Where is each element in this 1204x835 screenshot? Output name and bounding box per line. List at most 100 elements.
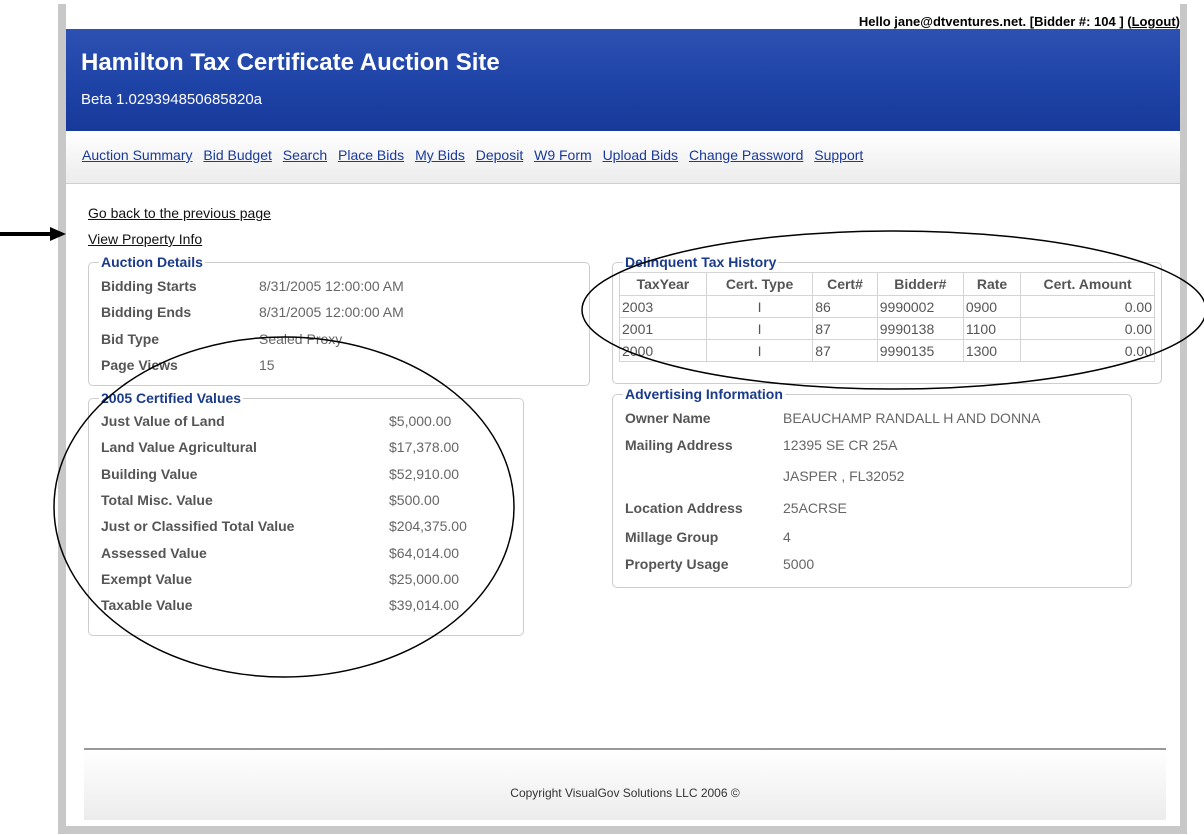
detail-label: Page Views (101, 357, 178, 374)
advertising-value: BEAUCHAMP RANDALL H AND DONNA (783, 409, 1041, 426)
detail-row: Bidding Ends 8/31/2005 12:00:00 AM (101, 299, 581, 325)
detail-value: 15 (259, 357, 275, 374)
auction-details-panel: Auction Details Bidding Starts 8/31/2005 … (88, 254, 590, 386)
cell: 0.00 (1020, 295, 1155, 318)
nav-support[interactable]: Support (814, 147, 863, 163)
col-bidder-number: Bidder# (876, 272, 964, 296)
cell: I (705, 295, 814, 318)
value-row: Just or Classified Total Value $204,375.0… (101, 513, 511, 539)
page: Hello jane@dtventures.net. [Bidder #: 10… (66, 4, 1180, 826)
value-row: Total Misc. Value $500.00 (101, 487, 511, 513)
value-row: Land Value Agricultural $17,378.00 (101, 434, 511, 460)
user-greeting: Hello jane@dtventures.net. [Bidder #: 10… (859, 14, 1180, 29)
cell: 2000 (619, 339, 707, 362)
detail-row: Bid Type Sealed Proxy (101, 326, 581, 352)
advertising-label: Location Address (625, 500, 743, 516)
value-amount: $25,000.00 (389, 570, 460, 587)
value-label: Assessed Value (101, 544, 207, 561)
col-cert-number: Cert# (812, 272, 878, 296)
cell: 1100 (962, 317, 1022, 340)
page-footer: Copyright VisualGov Solutions LLC 2006 © (84, 748, 1166, 820)
value-label: Building Value (101, 465, 198, 482)
value-amount: $39,014.00 (389, 597, 460, 614)
back-link[interactable]: Go back to the previous page (88, 200, 271, 226)
value-label: Taxable Value (101, 597, 193, 614)
advertising-label: Property Usage (625, 555, 729, 572)
advertising-row: JASPER , FL32052 (625, 458, 1125, 493)
greeting-close: ) (1175, 14, 1180, 29)
nav-deposit[interactable]: Deposit (476, 147, 523, 163)
value-amount: $52,910.00 (389, 465, 460, 482)
site-banner: Hamilton Tax Certificate Auction Site Be… (66, 29, 1180, 131)
value-label: Total Misc. Value (101, 492, 213, 509)
cell: 86 (812, 295, 878, 318)
advertising-panel: Advertising Information Owner Name BEAUCH… (612, 386, 1132, 588)
cell: 1300 (962, 339, 1022, 362)
col-rate: Rate (962, 272, 1022, 296)
nav-my-bids[interactable]: My Bids (415, 147, 465, 163)
advertising-row: Location Address 25ACRSE (625, 493, 1125, 523)
nav-place-bids[interactable]: Place Bids (338, 147, 404, 163)
advertising-row: Property Usage 5000 (625, 550, 1125, 577)
value-amount: $64,014.00 (389, 544, 460, 561)
tax-history-table: TaxYear Cert. Type Cert# Bidder# Rate Ce… (619, 272, 1155, 362)
nav-auction-summary[interactable]: Auction Summary (82, 147, 192, 163)
value-label: Just Value of Land (101, 413, 225, 430)
site-title: Hamilton Tax Certificate Auction Site (81, 49, 500, 76)
logout-link[interactable]: Logout (1132, 14, 1176, 29)
nav-bid-budget[interactable]: Bid Budget (203, 147, 272, 163)
advertising-value: 4 (783, 528, 791, 545)
greeting-text: Hello jane@dtventures.net. [Bidder #: 10… (858, 14, 1132, 29)
col-tax-year: TaxYear (619, 272, 707, 296)
view-property-link[interactable]: View Property Info (88, 226, 271, 252)
value-row: Assessed Value $64,014.00 (101, 539, 511, 565)
detail-label: Bid Type (101, 330, 160, 347)
cell: 0.00 (1020, 339, 1155, 362)
nav-upload-bids[interactable]: Upload Bids (603, 147, 679, 163)
auction-details-legend: Auction Details (101, 254, 203, 270)
value-row: Exempt Value $25,000.00 (101, 566, 511, 592)
nav-search[interactable]: Search (283, 147, 327, 163)
col-cert-type: Cert. Type (705, 272, 814, 296)
advertising-label: Mailing Address (625, 436, 733, 453)
advertising-label: Owner Name (625, 409, 711, 426)
cell: 0900 (962, 295, 1022, 318)
col-cert-amount: Cert. Amount (1020, 272, 1155, 296)
advertising-value: 25ACRSE (783, 500, 847, 516)
cell: 87 (812, 317, 878, 340)
detail-row: Page Views 15 (101, 352, 581, 378)
cell: I (705, 339, 814, 362)
cell: 2003 (619, 295, 707, 318)
detail-value: 8/31/2005 12:00:00 AM (259, 304, 404, 321)
cell: 9990138 (876, 317, 964, 340)
cell: 87 (812, 339, 878, 362)
cell: 0.00 (1020, 317, 1155, 340)
table-row: 2001 I 87 9990138 1100 0.00 (619, 317, 1155, 340)
value-amount: $204,375.00 (389, 518, 467, 535)
detail-value: Sealed Proxy (259, 330, 343, 347)
table-header-row: TaxYear Cert. Type Cert# Bidder# Rate Ce… (619, 272, 1155, 296)
value-row: Taxable Value $39,014.00 (101, 592, 511, 618)
detail-label: Bidding Starts (101, 278, 197, 295)
advertising-label (625, 458, 783, 493)
advertising-value: 5000 (783, 555, 815, 572)
arrow-annotation-icon (0, 227, 66, 241)
tax-history-legend: Delinquent Tax History (625, 254, 777, 270)
table-row: 2003 I 86 9990002 0900 0.00 (619, 295, 1155, 318)
value-label: Land Value Agricultural (101, 439, 257, 456)
value-amount: $500.00 (389, 492, 440, 509)
cell: 9990135 (876, 339, 964, 362)
advertising-label: Millage Group (625, 528, 719, 545)
table-row: 2000 I 87 9990135 1300 0.00 (619, 339, 1155, 362)
detail-value: 8/31/2005 12:00:00 AM (259, 278, 404, 295)
nav-w9-form[interactable]: W9 Form (534, 147, 592, 163)
copyright-text: Copyright VisualGov Solutions LLC 2006 © (510, 786, 740, 800)
value-label: Just or Classified Total Value (101, 518, 295, 535)
cell: 2001 (619, 317, 707, 340)
version-label: Beta 1.029394850685820a (81, 91, 263, 108)
detail-row: Bidding Starts 8/31/2005 12:00:00 AM (101, 273, 581, 299)
nav-change-password[interactable]: Change Password (689, 147, 803, 163)
cell: I (705, 317, 814, 340)
advertising-value: 12395 SE CR 25A (783, 436, 898, 453)
nav-bar: Auction Summary Bid Budget Search Place … (66, 131, 1180, 184)
